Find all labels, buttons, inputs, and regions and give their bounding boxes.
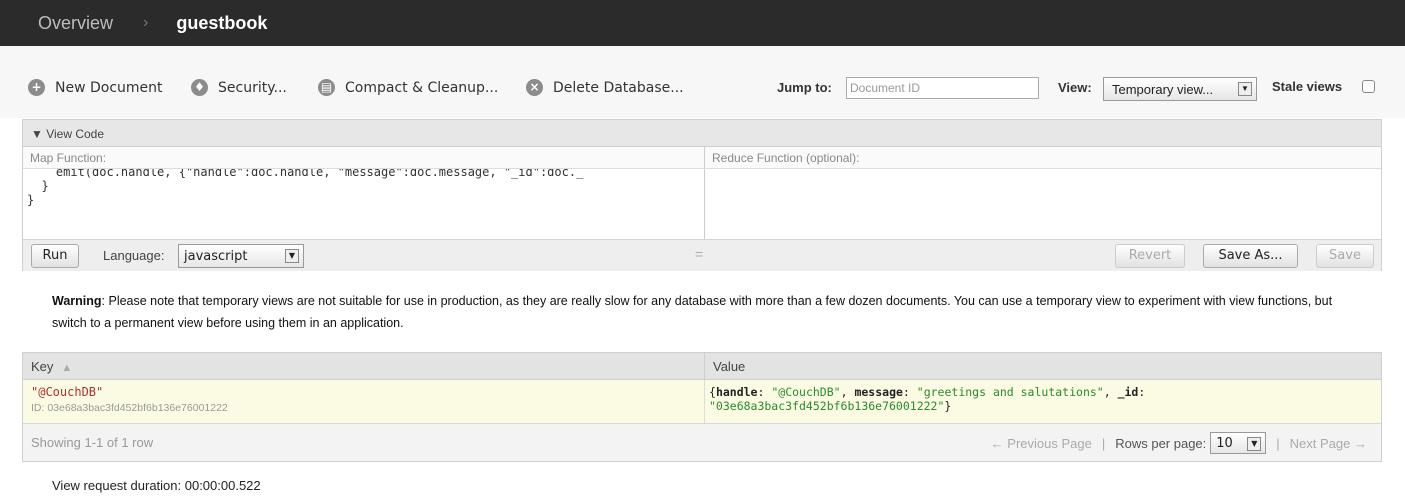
revert-button[interactable]: Revert (1115, 244, 1185, 268)
compact-cleanup-button[interactable]: ▤ Compact & Cleanup... (318, 79, 498, 96)
language-select-value: javascript (184, 249, 248, 264)
map-function-label: Map Function: (23, 147, 705, 168)
delete-database-button[interactable]: × Delete Database... (526, 79, 684, 96)
next-page-link[interactable]: Next Page → (1290, 436, 1367, 451)
rows-per-page-select[interactable]: 10 ▼ (1210, 432, 1267, 454)
row-document-id[interactable]: ID: 03e68a3bac3fd452bf6b136e76001222 (31, 402, 704, 414)
reduce-function-label: Reduce Function (optional): (705, 147, 1381, 168)
row-key: "@CouchDB" (31, 385, 104, 399)
database-toolbar: + New Document ♦ Security... ▤ Compact &… (0, 46, 1405, 118)
json-punct: } (944, 399, 952, 413)
map-function-editor[interactable]: emit(doc.handle, {"handle":doc.handle, "… (23, 169, 705, 240)
map-code-line: } (27, 179, 49, 193)
pagination: ← Previous Page | Rows per page: 10 ▼ | … (991, 432, 1367, 454)
json-punct: : (757, 385, 772, 399)
map-code-line: } (27, 193, 35, 207)
security-label: Security... (218, 79, 287, 96)
new-document-label: New Document (55, 79, 163, 96)
value-column-header: Value (713, 359, 746, 374)
json-string: "@CouchDB" (771, 385, 841, 399)
chevron-down-icon: ▼ (1238, 82, 1252, 96)
view-code-toggle[interactable]: ▼ View Code (23, 120, 1381, 147)
pager-divider: | (1276, 435, 1280, 451)
jump-to-label: Jump to: (777, 80, 832, 95)
row-count-status: Showing 1-1 of 1 row (31, 435, 154, 450)
key-cell: "@CouchDB" ID: 03e68a3bac3fd452bf6b136e7… (23, 380, 705, 423)
json-punct: , (1103, 385, 1118, 399)
json-string: "03e68a3bac3fd452bf6b136e76001222" (709, 399, 945, 413)
warning-text: : Please note that temporary views are n… (52, 294, 1333, 330)
pager-divider: | (1101, 435, 1106, 451)
json-punct: { (709, 385, 716, 399)
view-request-duration: View request duration: 00:00:00.522 (52, 478, 261, 493)
key-column-header[interactable]: Key ▲ (23, 353, 705, 379)
previous-page-link[interactable]: ← Previous Page (991, 436, 1092, 451)
breadcrumb-overview-link[interactable]: Overview (38, 13, 113, 34)
value-cell: {handle: "@CouchDB", message: "greetings… (705, 380, 1145, 423)
x-circle-icon: × (526, 79, 543, 96)
rows-per-page-value: 10 (1216, 436, 1233, 451)
results-header-row: Key ▲ Value (23, 353, 1381, 380)
json-key: message (854, 385, 903, 399)
delete-database-label: Delete Database... (553, 79, 684, 96)
view-select[interactable]: Temporary view... ▼ (1103, 77, 1257, 101)
json-key: handle (715, 385, 758, 399)
view-label: View: (1058, 80, 1092, 95)
shield-icon: ♦ (191, 79, 208, 96)
sort-ascending-icon: ▲ (61, 362, 73, 374)
chevron-down-icon: ▼ (1247, 437, 1262, 451)
results-footer: Showing 1-1 of 1 row ← Previous Page | R… (23, 424, 1381, 461)
view-select-value: Temporary view... (1112, 82, 1214, 97)
json-key: _id (1117, 385, 1139, 399)
view-code-actions-bar: Run Language: javascript ▼ = Revert Save… (23, 239, 1381, 271)
json-punct: : (1138, 385, 1146, 399)
compact-cleanup-label: Compact & Cleanup... (345, 79, 499, 96)
language-select[interactable]: javascript ▼ (178, 244, 304, 268)
function-labels-row: Map Function: Reduce Function (optional)… (23, 147, 1381, 169)
json-string: "greetings and salutations" (916, 385, 1104, 399)
stale-views-checkbox[interactable] (1362, 80, 1375, 93)
breadcrumb-separator: › (143, 14, 149, 31)
run-button[interactable]: Run (31, 244, 79, 268)
warning-prefix: Warning (52, 294, 102, 308)
security-button[interactable]: ♦ Security... (191, 79, 287, 96)
json-punct: , (840, 385, 855, 399)
map-code-line: emit(doc.handle, {"handle":doc.handle, "… (27, 169, 584, 179)
value-json-line: {handle: "@CouchDB", message: "greetings… (709, 385, 1145, 399)
resize-handle[interactable]: = (695, 246, 703, 262)
table-row[interactable]: "@CouchDB" ID: 03e68a3bac3fd452bf6b136e7… (23, 380, 1381, 424)
json-punct: : (902, 385, 917, 399)
save-as-button[interactable]: Save As... (1203, 244, 1298, 268)
save-button[interactable]: Save (1316, 244, 1374, 268)
stale-views-label: Stale views (1272, 79, 1343, 94)
rows-per-page-label: Rows per page: (1115, 435, 1207, 451)
chevron-down-icon: ▼ (285, 249, 299, 263)
compact-icon: ▤ (318, 79, 335, 96)
plus-circle-icon: + (28, 79, 45, 96)
new-document-button[interactable]: + New Document (28, 79, 163, 96)
reduce-function-editor[interactable] (706, 169, 1382, 240)
breadcrumb-current-database: guestbook (176, 12, 268, 33)
temporary-view-warning: Warning: Please note that temporary view… (52, 290, 1352, 334)
view-code-panel: ▼ View Code Map Function: Reduce Functio… (22, 119, 1382, 271)
results-table: Key ▲ Value "@CouchDB" ID: 03e68a3bac3fd4… (22, 352, 1382, 462)
key-header-label: Key (31, 359, 54, 374)
language-label: Language: (103, 248, 165, 263)
top-navigation-bar: Overview › guestbook (0, 0, 1405, 46)
jump-to-document-input[interactable] (846, 77, 1039, 99)
